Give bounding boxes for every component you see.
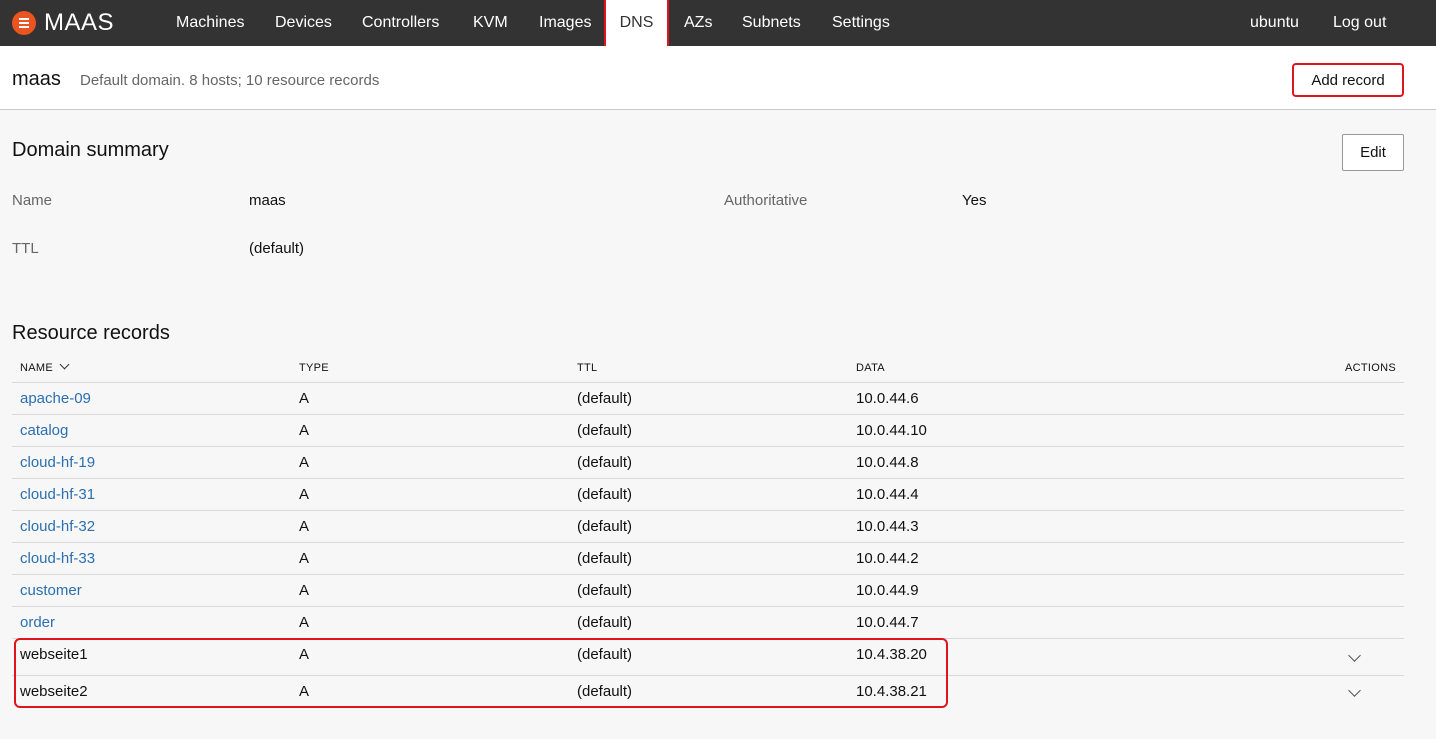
column-header-ttl[interactable]: TTL <box>577 362 597 374</box>
table-row: cloud-hf-33 A (default) 10.0.44.2 <box>12 542 1404 574</box>
record-data-cell: 10.0.44.3 <box>856 518 919 535</box>
record-ttl-cell: (default) <box>577 582 633 599</box>
page-header: maas Default domain. 8 hosts; 10 resourc… <box>0 46 1436 110</box>
authoritative-label: Authoritative <box>724 192 808 209</box>
maas-logo[interactable]: MAAS <box>12 9 114 37</box>
chevron-down-icon[interactable] <box>1348 649 1361 662</box>
logout-link[interactable]: Log out <box>1333 0 1386 46</box>
record-type-cell: A <box>299 422 310 439</box>
record-ttl-cell: (default) <box>577 390 633 407</box>
record-ttl-cell: (default) <box>577 422 633 439</box>
nav-kvm[interactable]: KVM <box>473 0 508 46</box>
record-ttl-cell: (default) <box>577 486 633 503</box>
add-record-button[interactable]: Add record <box>1292 63 1404 97</box>
record-data-cell: 10.0.44.9 <box>856 582 919 599</box>
record-data-cell: 10.0.44.7 <box>856 614 919 631</box>
record-type-cell: A <box>299 550 310 567</box>
record-type-cell: A <box>299 614 310 631</box>
menu-icon <box>12 11 36 35</box>
record-data-cell: 10.4.38.21 <box>856 683 927 700</box>
table-row: customer A (default) 10.0.44.9 <box>12 574 1404 606</box>
record-name-cell[interactable]: apache-09 <box>20 390 91 407</box>
record-data-cell: 10.0.44.6 <box>856 390 919 407</box>
record-ttl-cell: (default) <box>577 683 633 700</box>
table-row: cloud-hf-19 A (default) 10.0.44.8 <box>12 446 1404 478</box>
table-row: cloud-hf-32 A (default) 10.0.44.3 <box>12 510 1404 542</box>
record-name-cell[interactable]: cloud-hf-33 <box>20 550 95 567</box>
record-data-cell: 10.0.44.10 <box>856 422 927 439</box>
sort-chevron-down-icon <box>59 359 70 370</box>
table-row: apache-09 A (default) 10.0.44.6 <box>12 382 1404 414</box>
column-header-actions: ACTIONS <box>1345 362 1396 374</box>
authoritative-value: Yes <box>962 192 987 209</box>
nav-settings[interactable]: Settings <box>832 0 890 46</box>
nav-subnets[interactable]: Subnets <box>742 0 801 46</box>
nav-azs[interactable]: AZs <box>684 0 712 46</box>
record-data-cell: 10.4.38.20 <box>856 646 927 663</box>
record-data-cell: 10.0.44.4 <box>856 486 919 503</box>
record-ttl-cell: (default) <box>577 454 633 471</box>
record-type-cell: A <box>299 486 310 503</box>
record-name-cell[interactable]: order <box>20 614 55 631</box>
record-ttl-cell: (default) <box>577 614 633 631</box>
column-header-type[interactable]: TYPE <box>299 362 329 374</box>
record-name-cell: webseite1 <box>20 646 88 663</box>
record-name-cell[interactable]: customer <box>20 582 82 599</box>
table-row: cloud-hf-31 A (default) 10.0.44.4 <box>12 478 1404 510</box>
ttl-value: (default) <box>249 240 305 257</box>
record-type-cell: A <box>299 582 310 599</box>
nav-machines[interactable]: Machines <box>176 0 244 46</box>
ttl-label: TTL <box>12 240 39 257</box>
nav-devices[interactable]: Devices <box>275 0 332 46</box>
record-type-cell: A <box>299 454 310 471</box>
record-name-cell[interactable]: cloud-hf-32 <box>20 518 95 535</box>
table-row: catalog A (default) 10.0.44.10 <box>12 414 1404 446</box>
domain-summary-title: Domain summary <box>12 139 169 161</box>
nav-dns[interactable]: DNS <box>604 0 669 50</box>
record-type-cell: A <box>299 646 310 663</box>
name-value: maas <box>249 192 286 209</box>
edit-button[interactable]: Edit <box>1342 134 1404 171</box>
nav-images[interactable]: Images <box>539 0 591 46</box>
table-row: order A (default) 10.0.44.7 <box>12 606 1404 638</box>
chevron-down-icon[interactable] <box>1348 684 1361 697</box>
page-subtitle: Default domain. 8 hosts; 10 resource rec… <box>80 72 380 89</box>
record-name-cell[interactable]: catalog <box>20 422 68 439</box>
record-type-cell: A <box>299 390 310 407</box>
record-type-cell: A <box>299 683 310 700</box>
page-title: maas <box>12 68 61 90</box>
nav-controllers[interactable]: Controllers <box>362 0 439 46</box>
column-name-label: NAME <box>20 362 53 374</box>
record-name-cell[interactable]: cloud-hf-19 <box>20 454 95 471</box>
record-name-cell: webseite2 <box>20 683 88 700</box>
table-row[interactable]: webseite1 A (default) 10.4.38.20 <box>12 638 1404 675</box>
record-ttl-cell: (default) <box>577 550 633 567</box>
record-data-cell: 10.0.44.8 <box>856 454 919 471</box>
top-navigation: MAAS Machines Devices Controllers KVM Im… <box>0 0 1436 50</box>
name-label: Name <box>12 192 53 209</box>
record-ttl-cell: (default) <box>577 518 633 535</box>
column-header-data[interactable]: DATA <box>856 362 885 374</box>
resource-records-title: Resource records <box>12 322 170 344</box>
table-row[interactable]: webseite2 A (default) 10.4.38.21 <box>12 675 1404 709</box>
record-type-cell: A <box>299 518 310 535</box>
brand-name: MAAS <box>44 9 115 36</box>
record-data-cell: 10.0.44.2 <box>856 550 919 567</box>
column-header-name[interactable]: NAME <box>20 359 70 374</box>
record-name-cell[interactable]: cloud-hf-31 <box>20 486 95 503</box>
nav-user[interactable]: ubuntu <box>1250 0 1299 46</box>
record-ttl-cell: (default) <box>577 646 633 663</box>
